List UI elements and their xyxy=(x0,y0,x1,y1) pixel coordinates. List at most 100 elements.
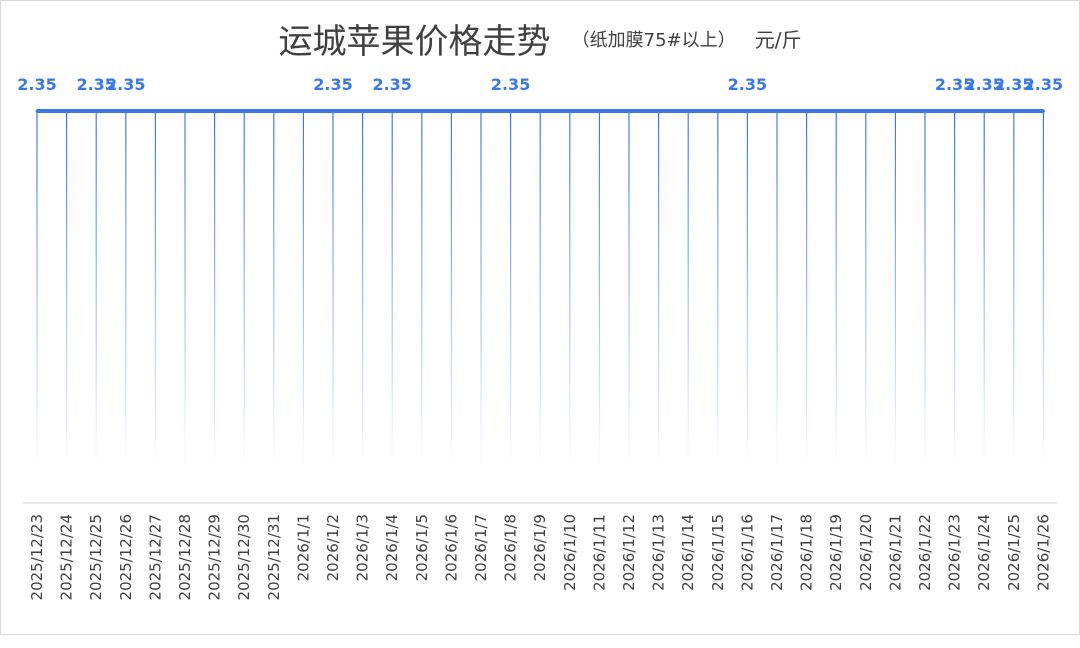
data-point xyxy=(420,109,424,113)
x-tick-label: 2026/1/10 xyxy=(561,514,579,591)
data-point xyxy=(301,109,305,113)
drop-line xyxy=(628,111,630,465)
x-tick-label: 2026/1/23 xyxy=(946,514,964,591)
data-point xyxy=(94,109,98,113)
data-label: 2.35 xyxy=(17,75,56,94)
drop-line xyxy=(362,111,364,465)
drop-line xyxy=(243,111,245,465)
drop-line xyxy=(302,111,304,465)
data-point xyxy=(153,109,157,113)
line-chart: 2.35 2.352.35 2.35 2.35 2.35 2.35 2.352.352.35… xyxy=(17,75,1063,600)
data-label: 2.35 xyxy=(372,75,411,94)
drop-line xyxy=(480,111,482,465)
drop-line xyxy=(66,111,68,465)
drop-line xyxy=(214,111,216,465)
drop-line xyxy=(421,111,423,465)
x-tick-label: 2026/1/18 xyxy=(798,514,816,591)
drop-line xyxy=(36,111,38,465)
x-tick-label: 2025/12/23 xyxy=(28,514,46,600)
x-tick-label: 2025/12/26 xyxy=(117,514,135,600)
data-point xyxy=(331,109,335,113)
drop-line xyxy=(125,111,127,465)
x-tick-label: 2026/1/24 xyxy=(975,514,993,591)
data-label: 2.35 xyxy=(491,75,530,94)
drop-line xyxy=(569,111,571,465)
drop-line xyxy=(806,111,808,465)
drop-line xyxy=(510,111,512,465)
drop-line xyxy=(154,111,156,465)
data-label: 2.35 xyxy=(728,75,767,94)
drop-line xyxy=(835,111,837,465)
x-tick-label: 2026/1/7 xyxy=(472,514,490,581)
x-tick-label: 2026/1/26 xyxy=(1034,514,1052,591)
data-point xyxy=(805,109,809,113)
drop-line xyxy=(865,111,867,465)
data-point xyxy=(775,109,779,113)
x-tick-label: 2026/1/2 xyxy=(324,514,342,581)
x-tick-label: 2026/1/4 xyxy=(383,514,401,581)
x-tick-label: 2026/1/3 xyxy=(354,514,372,581)
data-point xyxy=(657,109,661,113)
drop-line xyxy=(450,111,452,465)
drop-line xyxy=(924,111,926,465)
data-point xyxy=(568,109,572,113)
data-point xyxy=(953,109,957,113)
x-tick-label: 2025/12/28 xyxy=(176,514,194,600)
x-tick-label: 2026/1/16 xyxy=(738,514,756,591)
data-label: 2.35 xyxy=(1024,75,1063,94)
x-tick-label: 2026/1/20 xyxy=(857,514,875,591)
data-point xyxy=(597,109,601,113)
data-point xyxy=(834,109,838,113)
x-tick-label: 2025/12/31 xyxy=(265,514,283,600)
x-tick-label: 2026/1/6 xyxy=(442,514,460,581)
drop-line xyxy=(983,111,985,465)
data-point xyxy=(982,109,986,113)
drop-line xyxy=(746,111,748,465)
drop-line xyxy=(391,111,393,465)
drop-line xyxy=(717,111,719,465)
data-point xyxy=(1012,109,1016,113)
drop-line xyxy=(539,111,541,465)
drop-line xyxy=(776,111,778,465)
x-tick-labels: 2025/12/23 2025/12/24 2025/12/25 2025/12/26… xyxy=(28,514,1052,600)
drop-line xyxy=(1013,111,1015,465)
x-tick-label: 2026/1/1 xyxy=(294,514,312,581)
drop-line xyxy=(273,111,275,465)
data-point xyxy=(272,109,276,113)
data-point xyxy=(124,109,128,113)
drop-line xyxy=(894,111,896,465)
drop-line xyxy=(1042,111,1044,465)
x-tick-label: 2026/1/5 xyxy=(413,514,431,581)
data-point xyxy=(893,109,897,113)
data-point xyxy=(745,109,749,113)
series-line xyxy=(35,109,1045,113)
data-point xyxy=(65,109,69,113)
data-point xyxy=(686,109,690,113)
drop-line xyxy=(658,111,660,465)
x-tick-label: 2025/12/24 xyxy=(58,514,76,600)
data-point xyxy=(716,109,720,113)
x-tick-label: 2026/1/21 xyxy=(886,514,904,591)
drop-line xyxy=(954,111,956,465)
x-tick-label: 2026/1/17 xyxy=(768,514,786,591)
data-point xyxy=(361,109,365,113)
x-tick-label: 2026/1/9 xyxy=(531,514,549,581)
x-tick-label: 2026/1/22 xyxy=(916,514,934,591)
x-tick-label: 2025/12/27 xyxy=(146,514,164,600)
x-tick-label: 2026/1/25 xyxy=(1005,514,1023,591)
drop-line xyxy=(184,111,186,465)
data-point xyxy=(449,109,453,113)
x-tick-label: 2026/1/13 xyxy=(650,514,668,591)
drop-lines xyxy=(36,111,1044,465)
x-tick-label: 2026/1/19 xyxy=(827,514,845,591)
x-tick-label: 2025/12/29 xyxy=(206,514,224,600)
x-tick-label: 2026/1/12 xyxy=(620,514,638,591)
drop-line xyxy=(598,111,600,465)
data-point xyxy=(390,109,394,113)
data-label: 2.35 xyxy=(106,75,145,94)
data-point xyxy=(864,109,868,113)
data-point xyxy=(35,109,39,113)
data-point xyxy=(183,109,187,113)
data-point xyxy=(479,109,483,113)
data-point xyxy=(538,109,542,113)
